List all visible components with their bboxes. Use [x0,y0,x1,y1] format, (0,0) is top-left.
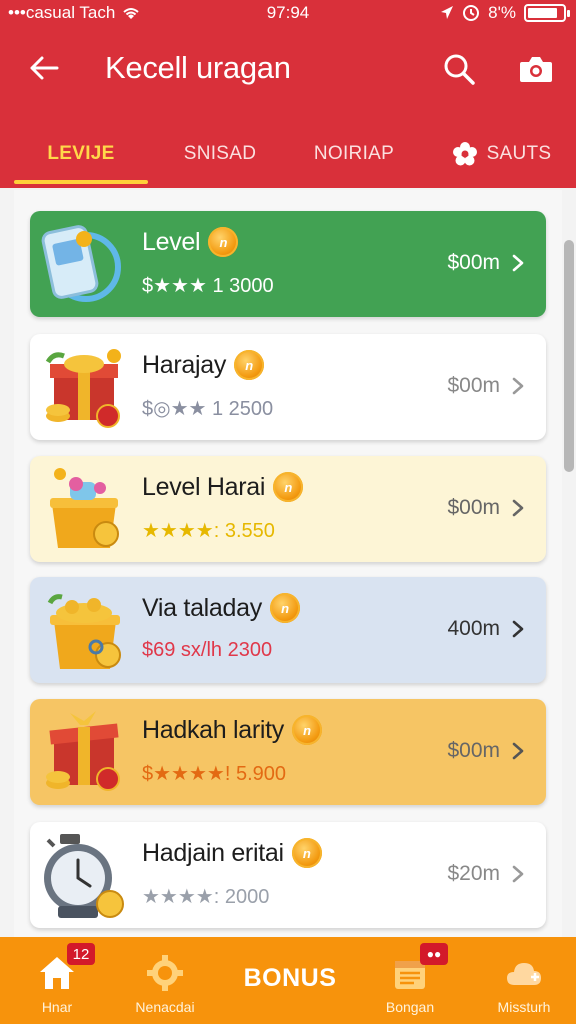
item-rating-text: ★★★★: 2000 [142,886,270,908]
tab-levije[interactable]: LEVIJE [14,120,148,188]
coin-icon: n [269,593,300,623]
item-price: $00m [447,739,500,762]
bottom-nav: 12 Hnar Nenacdai BONUS ●● Bongan Misstur… [0,937,576,1024]
tab-snisad[interactable]: SNISAD [160,120,280,188]
arrow-left-icon [30,56,59,80]
flower-icon [452,142,477,166]
item-rating-text: $69 sx/lh 2300 [142,639,273,661]
tab-noiriap[interactable]: NOIRIAP [296,120,412,188]
chevron-right-icon [506,494,530,522]
nav-label: Hnar [41,999,73,1015]
clock-icon [40,830,128,920]
scrollbar[interactable] [564,240,574,472]
item-name: Harajay [142,350,227,379]
list-item[interactable]: Level Harai n ★★★★: 3.550 $00m [30,456,546,562]
list-item[interactable]: Via taladay n $69 sx/lh 2300 400m [30,577,546,683]
nav-cloud[interactable]: Missturh [488,937,560,1024]
chevron-right-icon [506,737,530,765]
tab-active-indicator [14,180,148,184]
bonus-button[interactable]: BONUS [230,964,350,993]
gear-icon [147,955,183,991]
notification-badge: 12 [67,943,95,965]
item-price: $00m [447,251,500,274]
item-price: $00m [447,496,500,519]
notification-badge: ●● [420,943,448,965]
tab-label: SNISAD [183,143,257,164]
status-bar: •••casual Tach 97:94 8'% [0,0,576,28]
alarm-icon [463,5,480,21]
coin-icon: n [291,838,322,868]
item-name: Level [142,227,201,256]
chevron-right-icon [506,615,530,643]
coin-icon: n [292,715,322,745]
page-title: Kecell uragan [105,50,291,85]
chevron-right-icon [506,372,530,400]
camera-button[interactable] [514,48,558,90]
nav-label: Bongan [385,999,435,1015]
tab-label: LEVIJE [47,143,115,164]
search-button[interactable] [438,48,480,90]
gift-box-icon [40,342,128,432]
battery-icon [524,4,570,22]
chevron-right-icon [506,860,530,888]
coin-icon: n [208,227,239,257]
chevron-right-icon [506,249,530,277]
item-name: Via taladay [142,593,262,622]
phone-icon [40,219,128,309]
nav-settings[interactable]: Nenacdai [128,937,202,1024]
item-price: 400m [447,617,500,640]
camera-icon [520,57,552,82]
item-rating-text: $★★★★! 5.900 [142,763,287,785]
coin-icon: n [273,472,304,502]
nav-home[interactable]: 12 Hnar [22,937,95,1024]
coin-pot-icon [40,585,128,675]
list-item[interactable]: Hadkah larity n $★★★★! 5.900 $00m [30,699,546,805]
item-name: Hadjain eritai [142,838,284,867]
search-icon [444,54,475,85]
nav-calendar[interactable]: ●● Bongan [374,937,448,1024]
item-rating-text: ★★★★: 3.550 [142,520,275,542]
cloud-icon [507,963,541,985]
honey-pot-icon [40,464,128,554]
nav-label: Missturh [497,999,551,1015]
battery-text: 8'% [488,3,516,22]
coin-icon: n [234,350,265,380]
item-name: Hadkah larity [142,715,284,744]
tab-label: NOIRIAP [313,143,395,164]
item-rating-text: $◎★★ 1 2500 [142,398,274,420]
list-item[interactable]: Harajay n $◎★★ 1 2500 $00m [30,334,546,440]
list-item[interactable]: Level n $★★★ 1 3000 $00m [30,211,546,317]
back-button[interactable] [24,48,64,88]
location-arrow-icon [441,6,454,19]
app-bar: Kecell uragan [0,40,576,100]
header: •••casual Tach 97:94 8'% Kecell uragan L… [0,0,576,188]
item-name: Level Harai [142,472,266,501]
tab-sauts[interactable]: SAUTS [436,120,566,188]
tab-bar: LEVIJE SNISAD NOIRIAP SAUTS [0,120,576,188]
list-item[interactable]: Hadjain eritai n ★★★★: 2000 $20m [30,822,546,928]
nav-label: Nenacdai [135,999,195,1015]
gift-box-icon [40,707,128,797]
item-price: $00m [447,374,500,397]
tab-label: SAUTS [486,143,552,164]
item-price: $20m [447,862,500,885]
item-rating-text: $★★★ 1 3000 [142,275,274,297]
